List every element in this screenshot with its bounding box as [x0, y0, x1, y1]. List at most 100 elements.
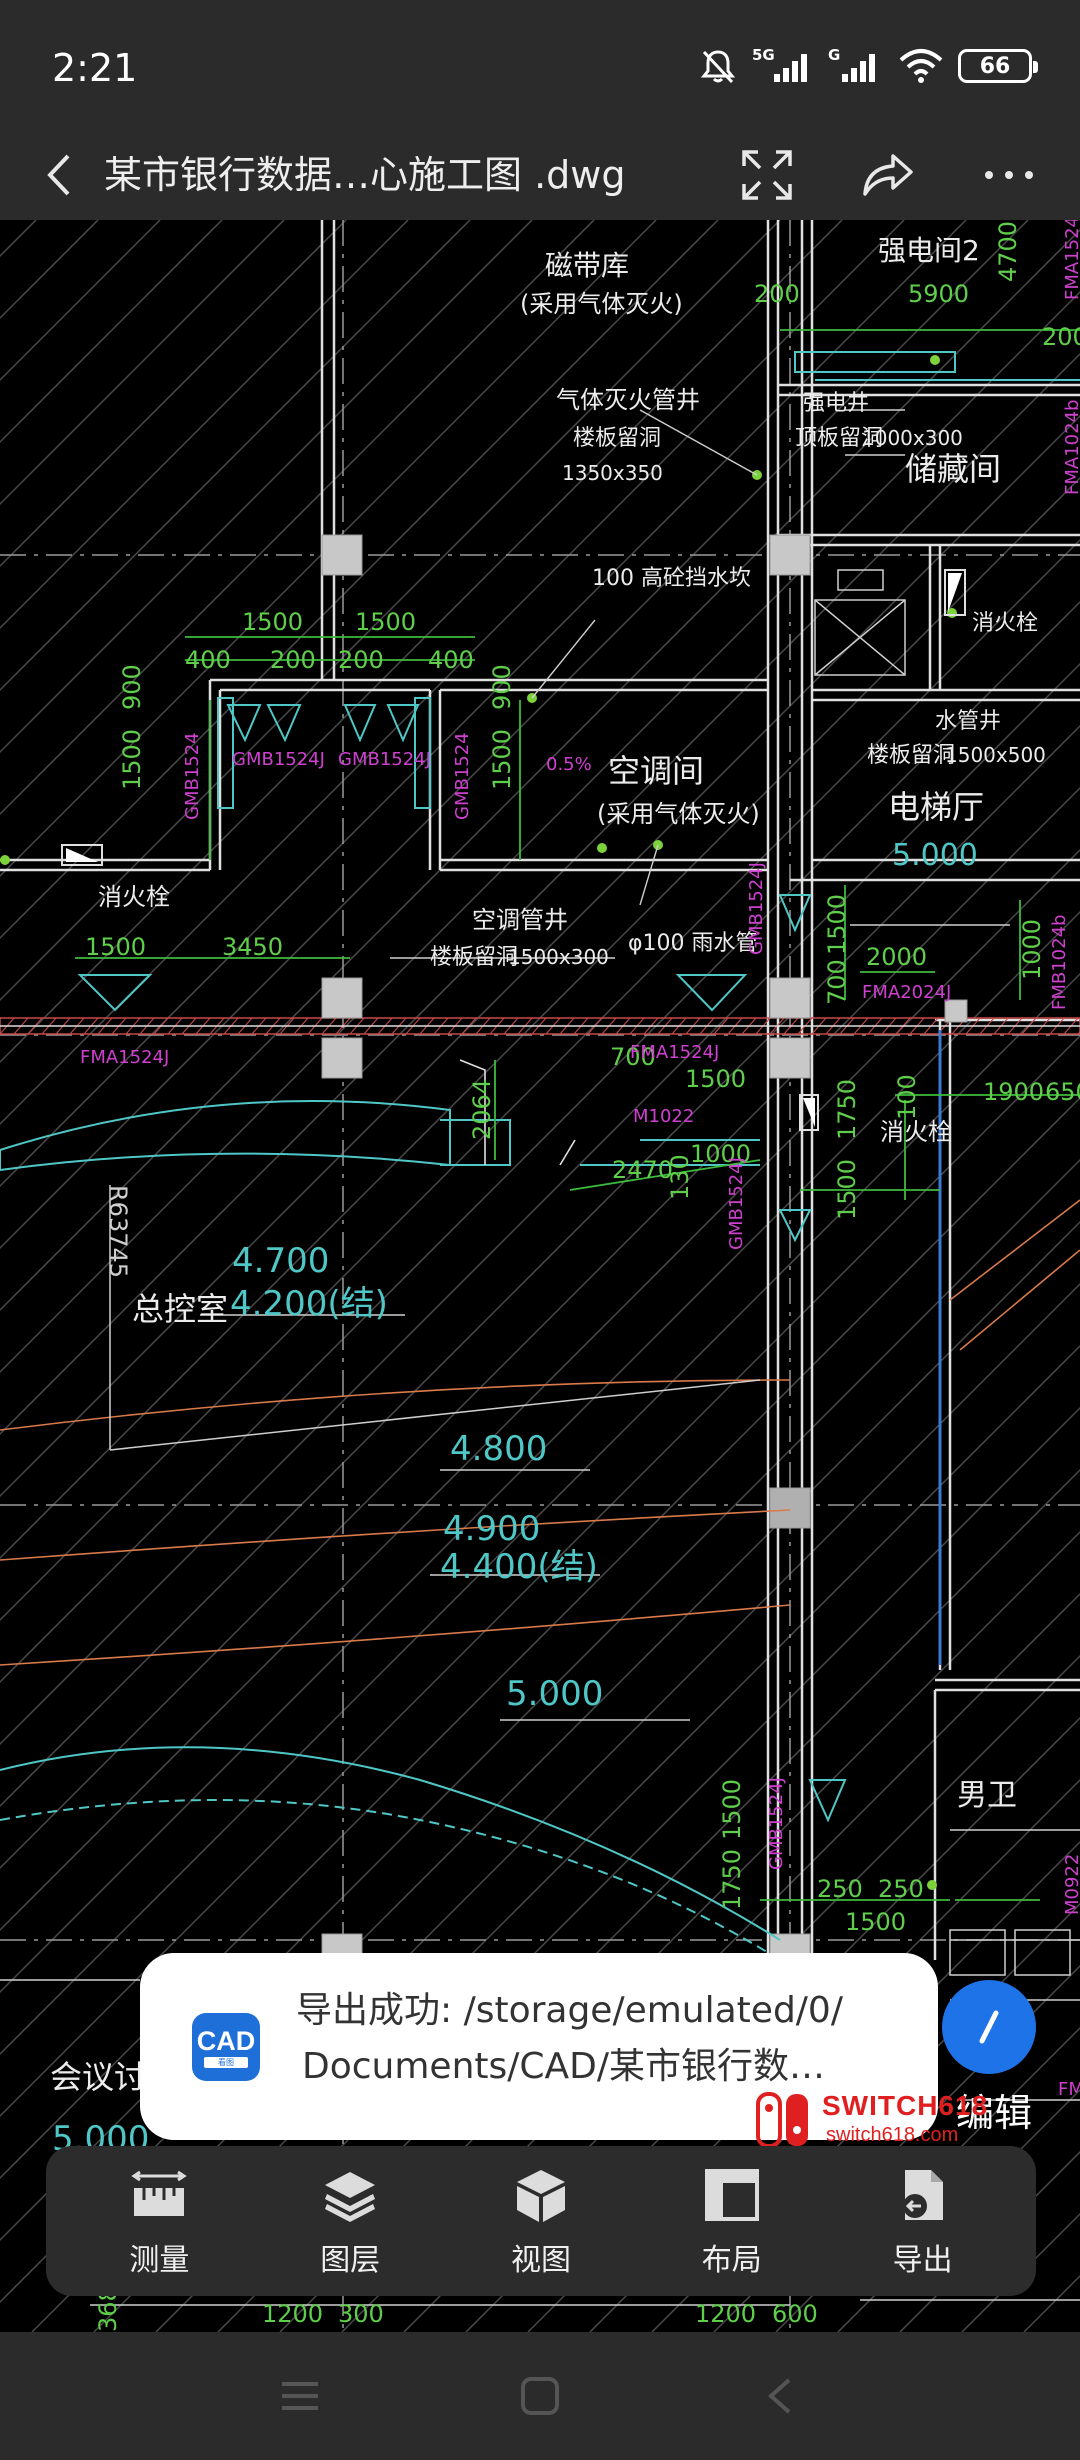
svg-text:会议讨: 会议讨 [50, 2058, 146, 2096]
svg-text:1200: 1200 [262, 2300, 323, 2328]
svg-text:400: 400 [185, 646, 231, 674]
svg-text:GMB1524J: GMB1524J [726, 1157, 747, 1250]
fullscreen-icon [742, 150, 792, 200]
svg-text:FMA1524J: FMA1524J [80, 1047, 169, 1068]
svg-text:1750: 1750 [833, 1079, 861, 1140]
more-icon [985, 171, 1033, 179]
svg-text:0.5%: 0.5% [546, 754, 592, 775]
svg-text:1500: 1500 [488, 729, 516, 790]
status-time: 2:21 [52, 46, 138, 90]
svg-text:气体灭火管井: 气体灭火管井 [556, 386, 700, 414]
system-back-button[interactable] [750, 2366, 810, 2426]
svg-text:1500: 1500 [685, 1065, 746, 1093]
share-button[interactable] [852, 140, 922, 210]
svg-text:FMA1524J: FMA1524J [630, 1042, 719, 1063]
svg-text:1500: 1500 [845, 1908, 906, 1936]
home-button[interactable] [510, 2366, 570, 2426]
svg-text:130: 130 [666, 1154, 694, 1200]
svg-text:3450: 3450 [222, 933, 283, 961]
top-toolbar: 某市银行数据…心施工图 .dwg [0, 130, 1080, 220]
back-icon [47, 154, 70, 196]
fullscreen-button[interactable] [732, 140, 802, 210]
svg-text:FME: FME [1058, 2079, 1080, 2100]
layers-icon [325, 2172, 376, 2222]
more-button[interactable] [974, 140, 1044, 210]
share-icon [863, 154, 913, 196]
svg-text:GMB1524J: GMB1524J [338, 749, 431, 770]
svg-text:100 高砼挡水坎: 100 高砼挡水坎 [592, 566, 751, 591]
tool-layout-label: 布局 [701, 2243, 762, 2278]
svg-text:强电间2: 强电间2 [878, 234, 980, 267]
svg-text:楼板留洞: 楼板留洞 [430, 945, 518, 970]
export-icon [902, 2170, 943, 2220]
svg-text:消火栓: 消火栓 [98, 883, 170, 911]
svg-text:楼板留洞: 楼板留洞 [867, 743, 955, 768]
svg-text:1500: 1500 [823, 894, 851, 955]
svg-text:(采用气体灭火): (采用气体灭火) [520, 290, 683, 318]
svg-text:2000: 2000 [866, 943, 927, 971]
cad-app-icon-sublabel: 看图 [204, 2056, 248, 2068]
svg-text:GMB1524: GMB1524 [452, 732, 473, 820]
watermark-text: SWITCH618 [822, 2090, 989, 2121]
tool-view[interactable]: 视图 [466, 2156, 616, 2286]
svg-text:200: 200 [338, 646, 384, 674]
status-bar: 2:21 5G G 66 [0, 0, 1080, 130]
svg-text:FMA1024b: FMA1024b [1062, 400, 1080, 495]
svg-text:250: 250 [817, 1875, 863, 1903]
recent-apps-button[interactable] [270, 2366, 330, 2426]
back-button[interactable] [30, 135, 90, 215]
tool-export-label: 导出 [892, 2243, 953, 2278]
mute-icon [700, 50, 736, 84]
svg-text:1000: 1000 [1018, 919, 1046, 980]
svg-text:1500: 1500 [833, 1159, 861, 1220]
svg-text:200: 200 [1042, 323, 1080, 351]
svg-text:1500x500: 1500x500 [945, 743, 1046, 767]
tool-measure[interactable]: 测量 [84, 2156, 234, 2286]
cube-icon [516, 2170, 565, 2222]
cad-app-icon-label: CAD [196, 2025, 256, 2056]
tape-room-label: 磁带库 [545, 249, 629, 282]
status-icons: 5G G 66 [698, 44, 1038, 88]
svg-text:5.000: 5.000 [892, 838, 978, 873]
ruler-icon [131, 2170, 188, 2216]
edit-button[interactable] [942, 1980, 1036, 2074]
svg-text:男卫: 男卫 [957, 1778, 1017, 1813]
svg-text:300: 300 [338, 2300, 384, 2328]
svg-text:4.200(结): 4.200(结) [230, 1284, 388, 1324]
svg-text:5.000: 5.000 [506, 1674, 603, 1714]
svg-text:GMB1524J: GMB1524J [746, 862, 767, 955]
svg-text:1500: 1500 [118, 729, 146, 790]
watermark-subtext: switch618.com [826, 2124, 959, 2146]
tool-layers-label: 图层 [320, 2243, 381, 2278]
svg-text:1500: 1500 [85, 933, 146, 961]
svg-text:FMA2024J: FMA2024J [862, 982, 951, 1003]
svg-text:空调管井: 空调管井 [472, 906, 568, 934]
bottom-tool-panel: 测量 图层 视图 布局 导出 [46, 2146, 1036, 2296]
svg-text:900: 900 [118, 664, 146, 710]
toast-message: 导出成功: /storage/emulated/0/ Documents/CAD… [296, 1983, 916, 2095]
switch-logo-icon [756, 2092, 808, 2148]
svg-text:650: 650 [1045, 1078, 1080, 1106]
signal-5g-icon: 5G [752, 46, 807, 82]
svg-text:电梯厅: 电梯厅 [888, 788, 984, 826]
svg-text:强电井: 强电井 [803, 391, 869, 416]
svg-text:2470: 2470 [612, 1156, 673, 1184]
document-title: 某市银行数据…心施工图 .dwg [104, 153, 626, 197]
svg-text:100: 100 [893, 1074, 921, 1120]
tool-layout[interactable]: 布局 [657, 2156, 807, 2286]
svg-text:消火栓: 消火栓 [972, 611, 1038, 636]
svg-text:φ100 雨水管: φ100 雨水管 [628, 931, 758, 956]
cad-app-icon: CAD 看图 [192, 2013, 260, 2081]
svg-text:M0922: M0922 [1062, 1854, 1080, 1915]
svg-text:1350x350: 1350x350 [562, 461, 663, 485]
svg-text:400: 400 [428, 646, 474, 674]
svg-text:1500: 1500 [242, 608, 303, 636]
svg-text:总控室: 总控室 [132, 1290, 228, 1328]
svg-text:GMB1524J: GMB1524J [232, 749, 325, 770]
svg-text:600: 600 [772, 2300, 818, 2328]
svg-text:楼板留洞: 楼板留洞 [573, 426, 661, 451]
svg-text:M1022: M1022 [633, 1106, 694, 1127]
tool-export[interactable]: 导出 [848, 2156, 998, 2286]
tool-layers[interactable]: 图层 [275, 2156, 425, 2286]
svg-text:5900: 5900 [908, 280, 969, 308]
